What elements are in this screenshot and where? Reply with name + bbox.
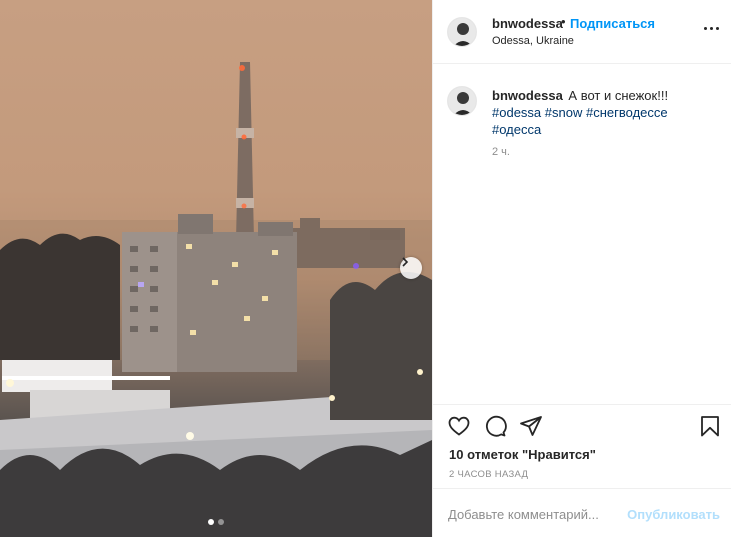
hashtag-link[interactable]: #снегводессе — [586, 105, 668, 120]
caption-username[interactable]: bnwodessa — [492, 88, 563, 103]
caption-text: А вот и снежок!!! — [568, 88, 669, 103]
post-location[interactable]: Odessa, Ukraine — [492, 35, 574, 47]
hashtag-link[interactable]: #odessa — [492, 105, 541, 120]
avatar-image — [448, 87, 476, 115]
separator-dot: • — [561, 14, 566, 29]
photo-scene — [0, 62, 432, 537]
follow-button[interactable]: Подписаться — [570, 16, 655, 31]
likes-count[interactable]: 10 отметок "Нравится" — [449, 447, 596, 462]
post-timestamp: 2 ЧАСОВ НАЗАД — [449, 469, 529, 480]
comment-input[interactable] — [448, 504, 628, 524]
post-photo[interactable] — [0, 0, 432, 537]
share-icon[interactable] — [519, 414, 543, 438]
publish-button[interactable]: Опубликовать — [627, 507, 720, 522]
caption-avatar[interactable] — [447, 86, 477, 116]
hashtag-link[interactable]: #одесса — [492, 122, 541, 137]
carousel-indicator — [0, 519, 432, 525]
chevron-right-icon — [402, 257, 409, 267]
more-icon[interactable] — [704, 27, 719, 30]
avatar-image — [448, 18, 476, 46]
bookmark-icon[interactable] — [698, 414, 722, 438]
avatar[interactable] — [447, 17, 477, 47]
post-username[interactable]: bnwodessa — [492, 16, 563, 31]
comment-icon[interactable] — [483, 414, 507, 438]
heart-icon[interactable] — [447, 414, 471, 438]
carousel-dot — [218, 519, 224, 525]
next-slide-button[interactable] — [400, 257, 422, 279]
caption-text-block: bnwodessa А вот и снежок!!! #odessa #sno… — [492, 87, 722, 138]
post-header: bnwodessa • Подписаться Odessa, Ukraine — [433, 0, 731, 64]
carousel-dot-active — [208, 519, 214, 525]
action-bar: 10 отметок "Нравится" 2 ЧАСОВ НАЗАД — [433, 404, 731, 480]
hashtag-link[interactable]: #snow — [545, 105, 583, 120]
post-side-panel: bnwodessa • Подписаться Odessa, Ukraine … — [432, 0, 731, 537]
comment-bar: Опубликовать — [433, 488, 731, 537]
caption-time: 2 ч. — [492, 146, 510, 158]
